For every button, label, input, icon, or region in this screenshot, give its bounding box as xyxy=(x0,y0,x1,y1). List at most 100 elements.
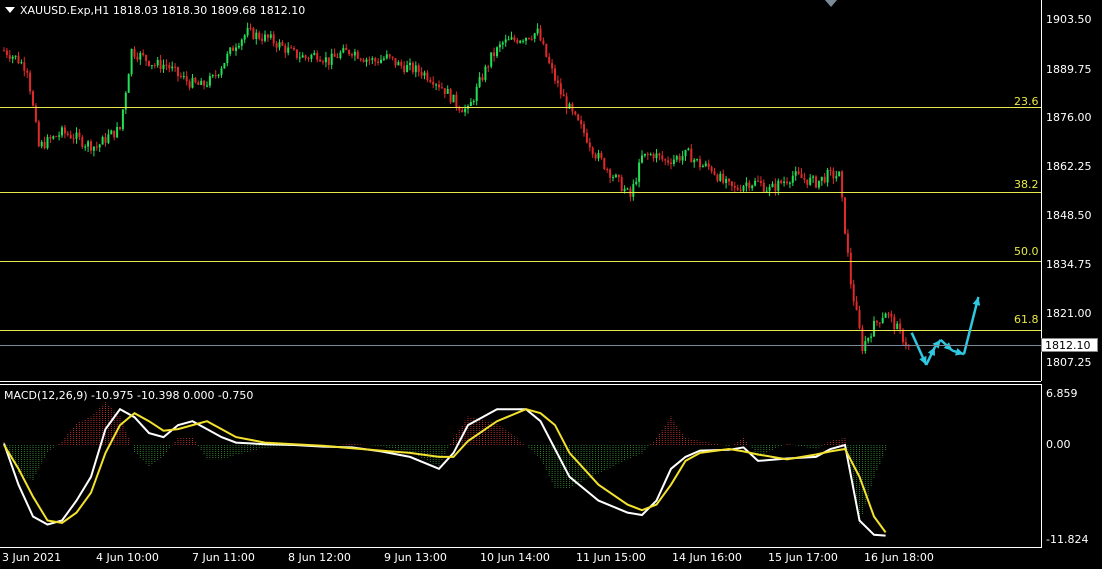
chart-shift-icon[interactable] xyxy=(825,0,837,7)
candle-body xyxy=(69,134,72,139)
candle-body xyxy=(800,173,803,179)
candle-body xyxy=(873,320,875,337)
candle-body xyxy=(5,50,8,56)
candle-body xyxy=(455,94,458,108)
candle-body xyxy=(330,53,333,65)
candle-body xyxy=(139,53,142,60)
candle-body xyxy=(864,341,867,352)
candle-body xyxy=(606,169,609,171)
candle-body xyxy=(177,67,179,77)
candle-body xyxy=(174,66,177,68)
candle-body xyxy=(435,84,438,86)
fib-label: 50.0 xyxy=(1014,245,1039,258)
candle-body xyxy=(881,317,884,323)
candle-body xyxy=(646,153,649,155)
time-tick: 10 Jun 14:00 xyxy=(480,551,550,564)
candle-body xyxy=(182,76,185,78)
symbol-dropdown-icon[interactable] xyxy=(5,7,15,13)
candle-body xyxy=(719,173,722,181)
candle-body xyxy=(165,64,168,66)
candle-body xyxy=(696,159,699,161)
candle-body xyxy=(655,153,658,159)
time-tick: 9 Jun 13:00 xyxy=(384,551,447,564)
candle-body xyxy=(614,174,617,178)
candle-body xyxy=(556,80,559,84)
candle-body xyxy=(304,55,307,58)
candle-body xyxy=(81,136,84,147)
candle-body xyxy=(272,34,275,44)
candle-body xyxy=(623,188,626,192)
candle-body xyxy=(203,80,206,86)
candle-body xyxy=(333,53,336,57)
candle-body xyxy=(208,76,211,86)
candle-body xyxy=(565,96,568,109)
candle-body xyxy=(324,57,327,63)
candle-body xyxy=(3,50,5,52)
candle-body xyxy=(446,89,449,94)
candle-body xyxy=(75,132,78,139)
candle-body xyxy=(452,94,455,103)
time-tick: 4 Jun 10:00 xyxy=(96,551,159,564)
candle-body xyxy=(232,47,235,51)
chart-canvas[interactable] xyxy=(0,0,1102,569)
candle-body xyxy=(707,163,710,167)
candle-body xyxy=(365,59,368,62)
candle-body xyxy=(490,52,493,67)
macd-tick: 0.00 xyxy=(1046,438,1071,451)
candle-body xyxy=(777,180,780,191)
candle-body xyxy=(179,76,182,78)
time-tick: 15 Jun 17:00 xyxy=(768,551,838,564)
candle-body xyxy=(635,181,638,185)
candle-body xyxy=(37,121,40,147)
candle-body xyxy=(121,109,124,130)
candle-body xyxy=(356,51,359,59)
macd-info: MACD(12,26,9) -10.975 -10.398 0.000 -0.7… xyxy=(4,389,254,402)
candle-body xyxy=(449,89,452,103)
candle-body xyxy=(185,76,188,82)
candle-body xyxy=(119,127,121,130)
candle-body xyxy=(728,178,730,182)
candle-body xyxy=(162,64,165,70)
symbol-info: XAUUSD.Exp,H1 1818.03 1818.30 1809.68 18… xyxy=(20,4,306,17)
candle-body xyxy=(786,181,788,184)
candle-body xyxy=(525,37,527,41)
candle-body xyxy=(643,153,646,156)
candle-body xyxy=(156,60,159,66)
current-price-badge: 1812.10 xyxy=(1041,338,1098,352)
candle-body xyxy=(554,68,556,81)
candle-body xyxy=(791,175,794,183)
candle-body xyxy=(736,187,739,190)
candle-body xyxy=(127,74,130,93)
candle-body xyxy=(371,58,374,60)
candle-body xyxy=(49,137,52,139)
candle-body xyxy=(417,65,420,72)
candle-body xyxy=(835,176,838,179)
candle-body xyxy=(113,130,116,138)
candle-body xyxy=(426,72,429,81)
candle-body xyxy=(501,42,504,45)
candle-body xyxy=(101,136,104,145)
candle-body xyxy=(896,323,899,330)
time-tick: 11 Jun 15:00 xyxy=(576,551,646,564)
price-tick: 1807.25 xyxy=(1046,356,1092,369)
candle-body xyxy=(725,178,728,183)
candle-body xyxy=(374,58,377,62)
candle-body xyxy=(34,105,37,122)
candle-body xyxy=(43,141,46,149)
candle-body xyxy=(66,133,69,135)
candle-body xyxy=(11,56,14,59)
candle-body xyxy=(385,54,388,59)
candle-body xyxy=(84,146,87,148)
candle-body xyxy=(870,336,873,338)
candle-body xyxy=(597,153,600,159)
candle-body xyxy=(377,61,380,64)
candle-body xyxy=(107,134,110,143)
candle-body xyxy=(414,65,417,73)
candle-body xyxy=(411,62,414,73)
candle-body xyxy=(336,56,339,58)
candle-body xyxy=(829,169,832,171)
candle-body xyxy=(545,43,548,57)
candle-body xyxy=(838,171,841,177)
candle-body xyxy=(699,159,701,168)
candle-body xyxy=(339,52,342,58)
